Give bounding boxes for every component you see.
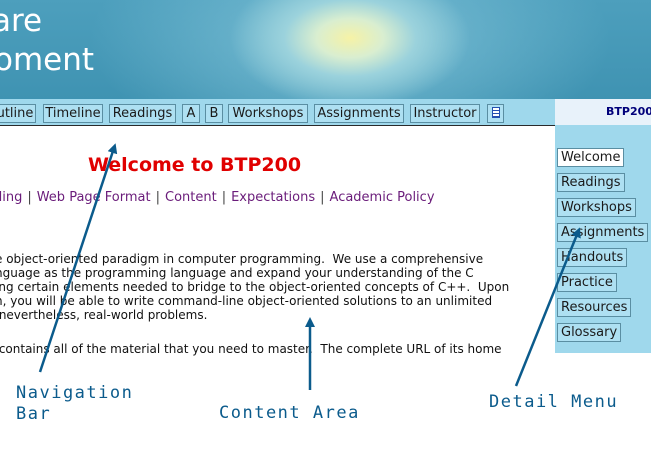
nav-item-instructor[interactable]: Instructor: [410, 104, 480, 123]
course-code-label: BTP200: [555, 99, 651, 125]
link-academic-policy[interactable]: Academic Policy: [330, 190, 435, 205]
nav-item-readings[interactable]: Readings: [109, 104, 176, 123]
detail-item-welcome[interactable]: Welcome: [557, 148, 625, 167]
intro-paragraph: e object-oriented paradigm in computer p…: [0, 252, 510, 322]
second-paragraph: contains all of the material that you ne…: [0, 342, 502, 356]
banner-title-line2: oment: [0, 42, 95, 78]
link-separator: |: [320, 190, 325, 205]
annotation-navigation-bar-line2: Bar: [16, 404, 52, 424]
detail-item-resources[interactable]: Resources: [557, 298, 632, 317]
detail-item-glossary[interactable]: Glossary: [557, 323, 622, 342]
detail-item-handouts[interactable]: Handouts: [557, 248, 628, 267]
nav-item-a[interactable]: A: [182, 104, 200, 123]
detail-item-practice[interactable]: Practice: [557, 273, 617, 292]
nav-item-print[interactable]: [487, 104, 504, 123]
annotation-navigation-bar: Navigation Bar: [16, 383, 133, 425]
site-banner: are oment: [0, 0, 651, 99]
nav-item-b[interactable]: B: [205, 104, 223, 123]
banner-title-line1: are: [0, 3, 43, 39]
link-expectations[interactable]: Expectations: [231, 190, 315, 205]
detail-item-readings[interactable]: Readings: [557, 173, 625, 192]
link-content[interactable]: Content: [165, 190, 217, 205]
nav-item-outline[interactable]: utline: [0, 104, 36, 123]
link-separator: |: [27, 190, 32, 205]
page-title: Welcome to BTP200: [88, 154, 302, 176]
annotation-detail-menu: Detail Menu: [489, 392, 619, 412]
link-separator: |: [155, 190, 160, 205]
navigation-bar: utline Timeline Readings A B Workshops A…: [0, 99, 555, 125]
annotation-content-area: Content Area: [219, 403, 360, 423]
annotation-navigation-bar-line1: Navigation: [16, 383, 134, 403]
document-icon: [491, 107, 500, 118]
nav-item-workshops[interactable]: Workshops: [228, 104, 308, 123]
link-separator: |: [221, 190, 227, 205]
link-web-page-format[interactable]: Web Page Format: [37, 190, 151, 205]
nav-item-assignments[interactable]: Assignments: [314, 104, 404, 123]
detail-menu: Welcome Readings Workshops Assignments H…: [555, 125, 651, 353]
nav-item-timeline[interactable]: Timeline: [43, 104, 103, 123]
detail-item-assignments[interactable]: Assignments: [557, 223, 649, 242]
detail-item-workshops[interactable]: Workshops: [557, 198, 636, 217]
link-reading[interactable]: ading: [0, 190, 22, 205]
content-links: ading | Web Page Format | Content | Expectatio…: [0, 190, 435, 205]
